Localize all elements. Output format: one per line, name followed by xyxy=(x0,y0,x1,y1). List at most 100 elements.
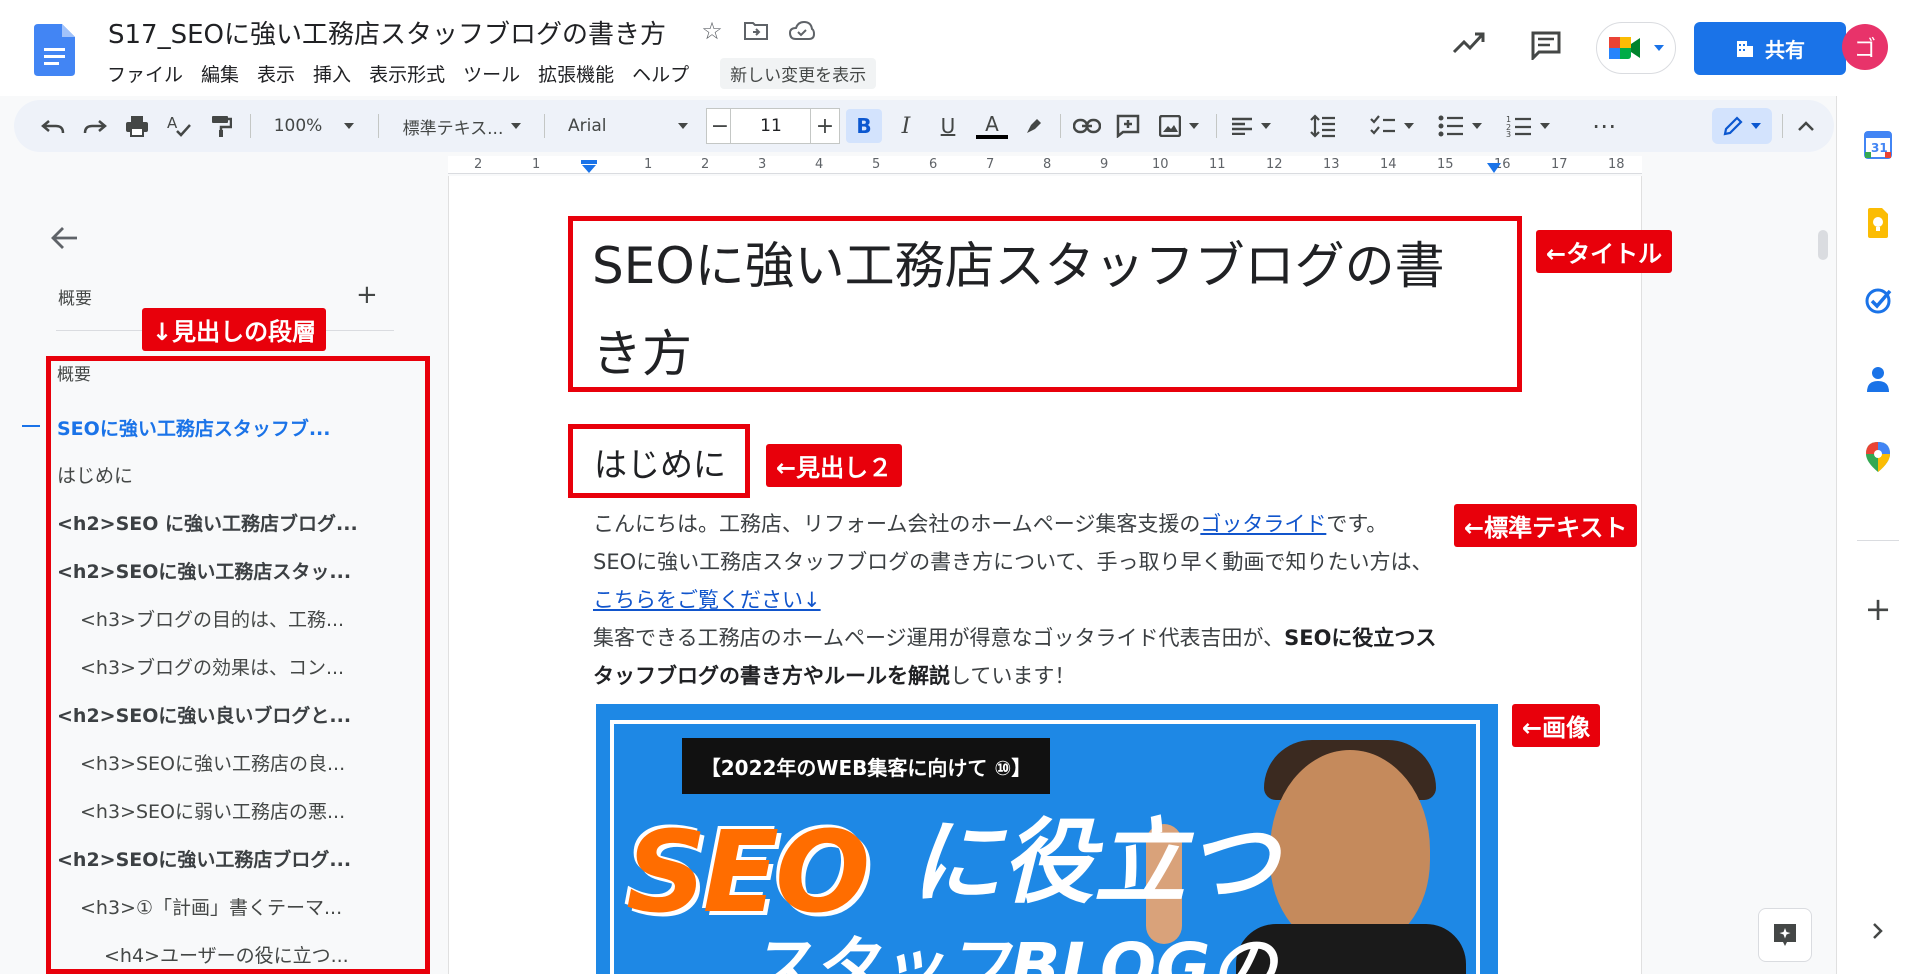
get-addons-plus-icon[interactable]: + xyxy=(1855,586,1901,632)
redo-icon[interactable] xyxy=(80,110,110,142)
ruler-label: 1 xyxy=(644,157,653,172)
svg-text:A: A xyxy=(167,114,178,132)
chevron-down-icon xyxy=(678,123,689,129)
side-panel: 31 + xyxy=(1836,96,1920,974)
insert-link-icon[interactable] xyxy=(1070,110,1104,142)
menu-file[interactable]: ファイル xyxy=(98,58,192,89)
underline-button[interactable]: U xyxy=(932,110,964,142)
text-color-button[interactable]: A xyxy=(974,110,1010,142)
docs-logo-icon[interactable] xyxy=(34,24,75,76)
body-paragraph[interactable]: こちらをご覧ください↓ xyxy=(593,584,821,614)
calendar-icon[interactable]: 31 xyxy=(1855,122,1901,168)
collapse-menus-icon[interactable] xyxy=(1790,110,1822,142)
insert-image-icon[interactable] xyxy=(1154,110,1204,142)
close-outline-arrow-icon[interactable] xyxy=(50,220,78,258)
font-size-input[interactable]: 11 xyxy=(730,108,812,144)
body-paragraph[interactable]: タッフブログの書き方やルールを解説しています！ xyxy=(593,660,1075,690)
see-new-changes-button[interactable]: 新しい変更を表示 xyxy=(720,58,877,89)
hide-side-panel-chevron-icon[interactable] xyxy=(1855,908,1901,954)
comment-history-icon[interactable] xyxy=(1530,30,1562,64)
body-paragraph[interactable]: こんにちは。工務店、リフォーム会社のホームページ集客支援のゴッタライドです。 xyxy=(593,508,1387,538)
explore-button[interactable] xyxy=(1758,908,1812,962)
activity-trend-icon[interactable] xyxy=(1452,30,1486,60)
highlight-color-icon[interactable] xyxy=(1018,110,1050,142)
font-family-select[interactable]: Arial xyxy=(554,110,702,142)
numbered-list-icon[interactable]: 123 xyxy=(1502,110,1554,142)
summary-label: 概要 xyxy=(58,289,92,309)
body-text: しています！ xyxy=(950,664,1076,688)
maps-icon[interactable] xyxy=(1855,434,1901,480)
line-spacing-icon[interactable] xyxy=(1306,110,1340,142)
tasks-icon[interactable] xyxy=(1855,278,1901,324)
italic-button[interactable]: I xyxy=(890,110,922,142)
zoom-select[interactable]: 100% xyxy=(264,110,364,142)
ruler-label: 8 xyxy=(1043,157,1052,172)
ruler-label: 14 xyxy=(1380,157,1397,172)
print-icon[interactable] xyxy=(122,110,152,142)
video-link[interactable]: こちらをご覧ください↓ xyxy=(593,588,821,612)
active-heading-marker xyxy=(22,425,40,427)
more-options-icon[interactable]: ⋯ xyxy=(1586,110,1622,142)
paint-format-icon[interactable] xyxy=(206,110,236,142)
ruler-label: 5 xyxy=(872,157,881,172)
body-paragraph[interactable]: 集客できる工務店のホームページ運用が得意なゴッタライド代表吉田が、SEOに役立つ… xyxy=(593,622,1436,652)
menu-extensions[interactable]: 拡張機能 xyxy=(529,58,623,89)
ruler-label: 2 xyxy=(701,157,710,172)
bulleted-list-icon[interactable] xyxy=(1434,110,1486,142)
chevron-down-icon xyxy=(511,123,522,129)
meet-icon xyxy=(1609,37,1640,59)
chevron-down-icon xyxy=(1404,123,1414,129)
ruler-label: 6 xyxy=(929,157,938,172)
title-annotation-label: ←タイトル xyxy=(1536,230,1673,273)
add-summary-icon[interactable]: + xyxy=(356,280,378,310)
body-paragraph[interactable]: SEOに強い工務店スタッフブログの書き方について、手っ取り早く動画で知りたい方は… xyxy=(593,546,1432,576)
move-folder-icon[interactable] xyxy=(741,16,771,46)
checklist-icon[interactable] xyxy=(1366,110,1418,142)
share-button[interactable]: 共有 xyxy=(1694,22,1846,75)
menu-bar: ファイル 編集 表示 挿入 表示形式 ツール 拡張機能 ヘルプ 新しい変更を表示 xyxy=(98,58,877,89)
ruler-label: 12 xyxy=(1266,157,1283,172)
left-indent-marker-icon[interactable] xyxy=(580,160,598,174)
document-thumbnail-image[interactable]: 【2022年のWEB集客に向けて ⑩】 SEO に役立つ スタッフBLOGの xyxy=(596,704,1498,974)
editing-mode-button[interactable] xyxy=(1712,108,1772,144)
horizontal-ruler[interactable]: 2 1 1 2 3 4 5 6 7 8 9 10 11 12 13 14 15 … xyxy=(448,156,1642,174)
ruler-label: 9 xyxy=(1100,157,1109,172)
cloud-status-icon[interactable] xyxy=(787,16,817,46)
contacts-icon[interactable] xyxy=(1855,356,1901,402)
document-title[interactable]: S17_SEOに強い工務店スタッフブログの書き方 xyxy=(108,14,666,51)
ruler-label: 17 xyxy=(1551,157,1568,172)
undo-icon[interactable] xyxy=(38,110,68,142)
menu-tools[interactable]: ツール xyxy=(454,58,529,89)
ruler-label: 18 xyxy=(1608,157,1625,172)
header-bar: S17_SEOに強い工務店スタッフブログの書き方 ☆ ファイル 編集 表示 挿入… xyxy=(0,0,1920,96)
svg-text:31: 31 xyxy=(1871,141,1888,155)
spellcheck-icon[interactable]: A xyxy=(164,110,194,142)
ruler-label: 7 xyxy=(986,157,995,172)
increase-font-size-icon[interactable]: + xyxy=(810,108,840,144)
image-annotation-label: ←画像 xyxy=(1512,704,1601,747)
chevron-down-icon xyxy=(1751,123,1761,129)
bold-button[interactable]: B xyxy=(846,109,882,143)
vertical-scrollbar[interactable] xyxy=(1818,230,1828,260)
ruler-label: 1 xyxy=(532,157,541,172)
ruler-label: 13 xyxy=(1323,157,1340,172)
account-avatar[interactable]: ゴ xyxy=(1842,24,1888,70)
menu-format[interactable]: 表示形式 xyxy=(360,58,454,89)
ruler-label: 10 xyxy=(1152,157,1169,172)
meet-button[interactable] xyxy=(1596,22,1676,74)
menu-help[interactable]: ヘルプ xyxy=(623,58,698,89)
menu-view[interactable]: 表示 xyxy=(248,58,304,89)
paragraph-style-select[interactable]: 標準テキス... xyxy=(388,110,536,142)
gottaride-link[interactable]: ゴッタライド xyxy=(1200,512,1326,536)
add-comment-icon[interactable] xyxy=(1112,110,1144,142)
menu-insert[interactable]: 挿入 xyxy=(304,58,360,89)
chevron-down-icon xyxy=(344,123,355,129)
ruler-label: 15 xyxy=(1437,157,1454,172)
keep-icon[interactable] xyxy=(1855,200,1901,246)
image-headline-text: に役立つ xyxy=(910,809,1279,916)
image-blog-text: スタッフBLOGの xyxy=(746,929,1277,974)
align-left-icon[interactable] xyxy=(1226,110,1276,142)
menu-edit[interactable]: 編集 xyxy=(192,58,248,89)
right-indent-marker-icon[interactable] xyxy=(1486,162,1502,174)
star-icon[interactable]: ☆ xyxy=(697,16,727,46)
